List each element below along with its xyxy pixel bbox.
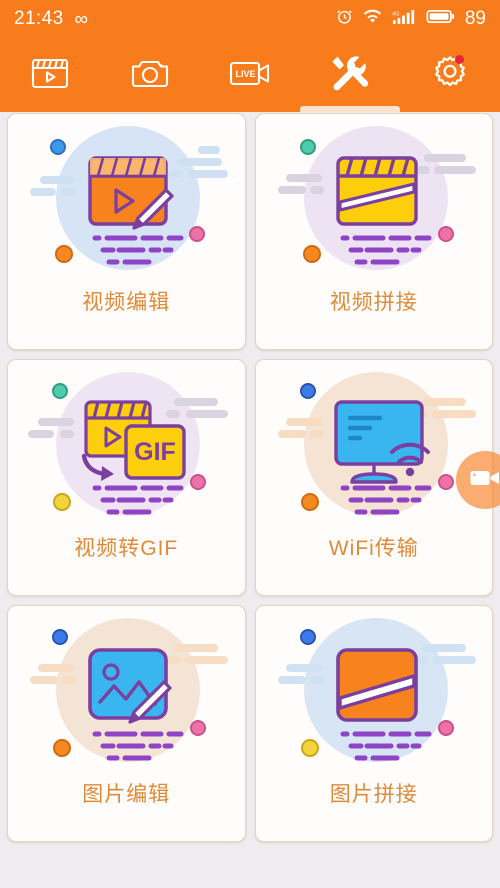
photo-pencil-icon	[8, 606, 245, 784]
infinity-icon: ∞	[74, 8, 89, 30]
svg-text:LIVE: LIVE	[236, 69, 256, 79]
photo-split-icon	[256, 606, 493, 784]
tab-tools[interactable]	[300, 38, 400, 112]
battery-level: 89	[464, 8, 486, 29]
tab-settings[interactable]	[400, 38, 500, 112]
svg-text:GIF: GIF	[134, 438, 176, 466]
alarm-clock-icon	[336, 8, 353, 30]
video-camera-icon	[470, 468, 500, 493]
clapperboard-to-gif-icon: GIF	[8, 360, 245, 538]
tab-live[interactable]: LIVE	[200, 38, 300, 112]
svg-text:4G: 4G	[392, 11, 399, 17]
card-video-merge[interactable]: 视频拼接	[254, 113, 493, 350]
status-bar: 21:43 ∞ 4G 89	[0, 0, 500, 38]
camera-icon	[130, 56, 170, 95]
clapperboard-split-icon	[256, 114, 493, 292]
status-bar-left: 21:43 ∞	[14, 8, 88, 30]
signal-bars-4g-icon: 4G	[392, 9, 416, 30]
tools-wrench-screwdriver-icon	[329, 53, 371, 98]
app-root: 21:43 ∞ 4G 89 LIVE 视频编辑 视频拼接 GIF 视频转GIF …	[0, 0, 500, 888]
status-bar-right: 4G 89	[336, 8, 486, 30]
wifi-icon	[363, 9, 382, 29]
card-photo-merge[interactable]: 图片拼接	[254, 605, 493, 842]
card-video-to-gif[interactable]: GIF 视频转GIF	[7, 359, 246, 596]
tab-video[interactable]	[0, 38, 100, 112]
monitor-wifi-icon	[256, 360, 493, 538]
tab-camera[interactable]	[100, 38, 200, 112]
gear-icon	[430, 53, 470, 98]
battery-icon	[426, 9, 455, 29]
settings-notification-badge	[455, 55, 464, 64]
tools-grid: 视频编辑 视频拼接 GIF 视频转GIF WiFi传输 图片编辑 图片拼接	[7, 113, 493, 842]
clapperboard-play-icon	[30, 55, 70, 96]
status-time: 21:43	[14, 8, 64, 29]
clapperboard-pencil-icon	[8, 114, 245, 292]
live-video-icon: LIVE	[229, 57, 271, 94]
card-photo-edit[interactable]: 图片编辑	[7, 605, 246, 842]
tab-bar: LIVE	[0, 38, 500, 112]
card-video-edit[interactable]: 视频编辑	[7, 113, 246, 350]
active-tab-indicator	[300, 106, 400, 112]
